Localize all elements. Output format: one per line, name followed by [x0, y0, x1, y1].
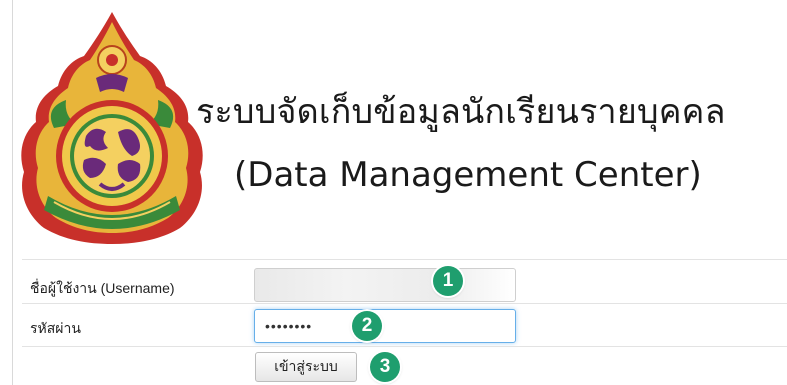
form-divider — [22, 303, 787, 304]
username-label: ชื่อผู้ใช้งาน (Username) — [30, 280, 175, 296]
page-left-border — [12, 0, 13, 385]
step-badge-3: 3 — [370, 352, 400, 382]
step-badge-1: 1 — [433, 266, 463, 296]
page-title-thai: ระบบจัดเก็บข้อมูลนักเรียนรายบุคคล — [196, 92, 726, 132]
form-divider — [22, 259, 787, 260]
step-badge-2: 2 — [352, 311, 382, 341]
login-button[interactable]: เข้าสู่ระบบ — [255, 352, 357, 382]
form-divider — [22, 346, 787, 347]
page-title-english: (Data Management Center) — [234, 155, 702, 195]
obec-emblem-icon — [14, 8, 210, 246]
password-label: รหัสผ่าน — [30, 320, 81, 336]
password-input[interactable] — [254, 309, 516, 343]
username-input[interactable] — [254, 268, 516, 302]
